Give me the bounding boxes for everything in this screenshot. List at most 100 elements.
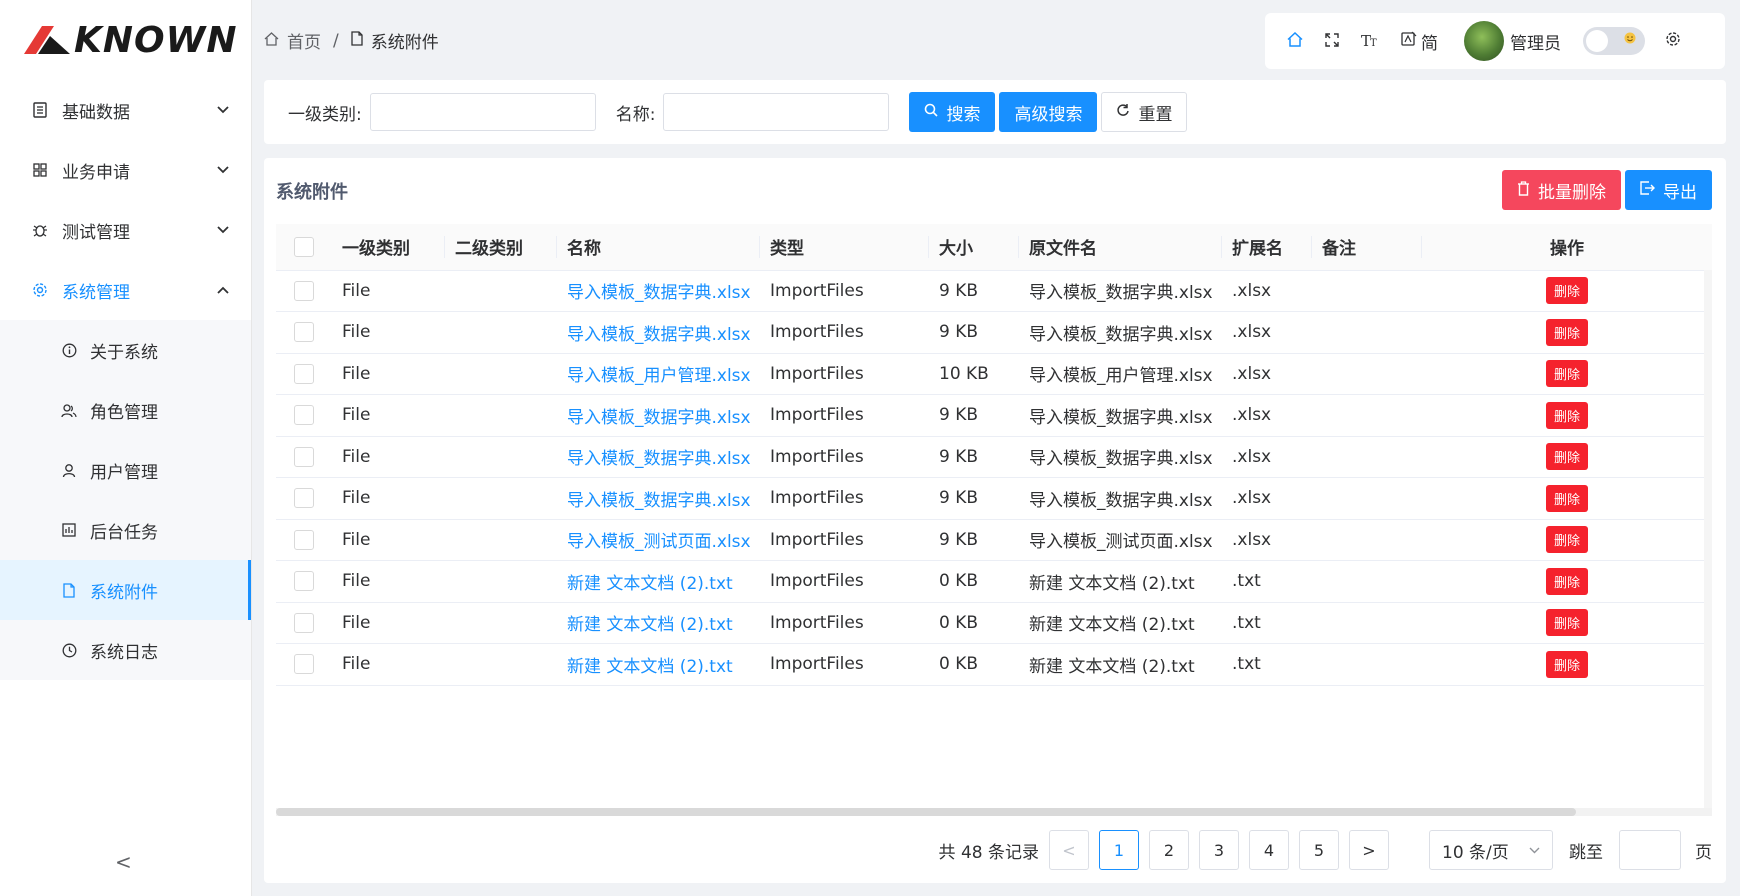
table-row[interactable]: File 导入模板_用户管理.xlsx ImportFiles 10 KB 导入模板_用… <box>276 353 1712 395</box>
table-row[interactable]: File 新建 文本文档 (2).txt ImportFiles 0 KB 新建 文本文… <box>276 560 1712 603</box>
sidebar-item-logs[interactable]: 系统日志 <box>0 620 251 680</box>
page-button[interactable]: 3 <box>1199 830 1239 870</box>
breadcrumb-home[interactable]: 首页 <box>287 28 321 53</box>
cell-name-link[interactable]: 新建 文本文档 (2).txt <box>557 602 760 644</box>
row-checkbox[interactable] <box>294 363 314 384</box>
name-input[interactable] <box>663 93 890 131</box>
table-row[interactable]: File 导入模板_测试页面.xlsx ImportFiles 9 KB 导入模板_测试… <box>276 519 1712 561</box>
category-input[interactable] <box>369 93 596 131</box>
column-header[interactable]: 扩展名 <box>1222 224 1312 271</box>
row-checkbox[interactable] <box>294 612 314 633</box>
page-button[interactable]: 4 <box>1249 830 1289 870</box>
column-header[interactable]: 类型 <box>760 224 929 271</box>
table-row[interactable]: File 导入模板_数据字典.xlsx ImportFiles 9 KB 导入模板_数据… <box>276 311 1712 354</box>
delete-button[interactable]: 删除 <box>1545 360 1588 388</box>
batch-delete-button[interactable]: 批量删除 <box>1502 170 1621 210</box>
row-checkbox[interactable] <box>294 280 314 301</box>
search-button[interactable]: 搜索 <box>909 92 996 132</box>
menu-item-basic-data[interactable]: 基础数据 <box>0 80 251 140</box>
cell-name-link[interactable]: 导入模板_数据字典.xlsx <box>557 436 760 478</box>
delete-button[interactable]: 删除 <box>1545 318 1588 346</box>
cell-name-link[interactable]: 导入模板_数据字典.xlsx <box>557 270 760 312</box>
cell-name-link[interactable]: 导入模板_数据字典.xlsx <box>557 394 760 437</box>
sidebar-item-tasks[interactable]: 后台任务 <box>0 500 251 560</box>
table-row[interactable]: File 导入模板_数据字典.xlsx ImportFiles 9 KB 导入模板_数据… <box>276 394 1712 437</box>
select-all-cell <box>276 224 332 271</box>
sidebar-item-roles[interactable]: 角色管理 <box>0 380 251 440</box>
logo-text: KNOWN <box>74 19 238 61</box>
delete-button[interactable]: 删除 <box>1545 484 1588 512</box>
page-button[interactable]: 1 <box>1099 830 1139 870</box>
table-row[interactable]: File 导入模板_数据字典.xlsx ImportFiles 9 KB 导入模板_数据… <box>276 270 1712 312</box>
column-header[interactable]: 原文件名 <box>1019 224 1222 271</box>
grid-icon <box>30 163 50 177</box>
cell-category: File <box>332 353 445 395</box>
sidebar-item-about[interactable]: 关于系统 <box>0 320 251 380</box>
column-header[interactable]: 备注 <box>1312 224 1422 271</box>
export-button[interactable]: 导出 <box>1625 170 1712 210</box>
cell-name-link[interactable]: 新建 文本文档 (2).txt <box>557 560 760 603</box>
table-row[interactable]: File 新建 文本文档 (2).txt ImportFiles 0 KB 新建 文本文… <box>276 602 1712 644</box>
settings-gear-icon[interactable] <box>1665 31 1681 51</box>
cell-name-link[interactable]: 新建 文本文档 (2).txt <box>557 643 760 686</box>
delete-button[interactable]: 删除 <box>1545 277 1588 305</box>
font-size-icon[interactable]: TT <box>1361 32 1379 51</box>
sidebar-item-users[interactable]: 用户管理 <box>0 440 251 500</box>
delete-button[interactable]: 删除 <box>1545 526 1588 554</box>
delete-button[interactable]: 删除 <box>1545 443 1588 471</box>
actions-cell: 删除 <box>1422 643 1712 686</box>
column-header[interactable]: 名称 <box>557 224 760 271</box>
delete-button[interactable]: 删除 <box>1545 401 1588 429</box>
cell-type: ImportFiles <box>760 353 929 395</box>
vertical-scrollbar[interactable] <box>1704 270 1712 809</box>
cell-name-link[interactable]: 导入模板_数据字典.xlsx <box>557 311 760 354</box>
jump-page-input[interactable] <box>1619 830 1681 870</box>
advanced-search-button[interactable]: 高级搜索 <box>999 92 1098 132</box>
horizontal-scrollbar[interactable] <box>276 808 1712 816</box>
cell-name-link[interactable]: 导入模板_数据字典.xlsx <box>557 477 760 520</box>
table-row[interactable]: File 新建 文本文档 (2).txt ImportFiles 0 KB 新建 文本文… <box>276 643 1712 686</box>
category-label: 一级类别: <box>288 104 362 125</box>
prev-page-button[interactable]: < <box>1049 830 1089 870</box>
username[interactable]: 管理员 <box>1510 29 1561 54</box>
reset-button[interactable]: 重置 <box>1101 92 1188 132</box>
page-button[interactable]: 2 <box>1149 830 1189 870</box>
fullscreen-icon[interactable] <box>1325 32 1339 51</box>
scrollbar-thumb[interactable] <box>276 808 1576 816</box>
row-checkbox[interactable] <box>294 529 314 550</box>
select-all-checkbox[interactable] <box>294 236 314 257</box>
cell-name-link[interactable]: 导入模板_测试页面.xlsx <box>557 519 760 561</box>
page-size-select[interactable]: 10 条/页 <box>1429 830 1553 870</box>
language-label[interactable]: 简 <box>1421 29 1438 54</box>
page-button[interactable]: 5 <box>1299 830 1339 870</box>
cell-category: File <box>332 436 445 478</box>
next-page-button[interactable]: > <box>1349 830 1389 870</box>
delete-button[interactable]: 删除 <box>1545 567 1588 595</box>
column-header[interactable]: 二级类别 <box>445 224 557 271</box>
row-checkbox[interactable] <box>294 654 314 675</box>
sidebar-item-attachments[interactable]: 系统附件 <box>0 560 251 620</box>
home-icon[interactable] <box>1287 31 1303 51</box>
menu-item-business[interactable]: 业务申请 <box>0 140 251 200</box>
cell-name-link[interactable]: 导入模板_用户管理.xlsx <box>557 353 760 395</box>
sun-icon <box>1623 31 1637 49</box>
collapse-sidebar-button[interactable]: < <box>115 850 132 874</box>
logo[interactable]: KNOWN <box>0 0 251 80</box>
row-checkbox[interactable] <box>294 488 314 509</box>
delete-button[interactable]: 删除 <box>1545 650 1588 678</box>
menu-item-testing[interactable]: 测试管理 <box>0 200 251 260</box>
menu-item-system[interactable]: 系统管理 <box>0 260 251 320</box>
table-row[interactable]: File 导入模板_数据字典.xlsx ImportFiles 9 KB 导入模板_数据… <box>276 436 1712 478</box>
translate-icon[interactable] <box>1401 31 1417 51</box>
avatar[interactable] <box>1464 21 1504 61</box>
theme-toggle[interactable] <box>1583 27 1645 55</box>
column-header[interactable]: 大小 <box>929 224 1019 271</box>
column-header[interactable]: 一级类别 <box>332 224 445 271</box>
row-checkbox[interactable] <box>294 446 314 467</box>
cell-original-name: 导入模板_数据字典.xlsx <box>1019 477 1222 520</box>
row-checkbox[interactable] <box>294 405 314 426</box>
row-checkbox[interactable] <box>294 322 314 343</box>
row-checkbox[interactable] <box>294 571 314 592</box>
delete-button[interactable]: 删除 <box>1545 609 1588 637</box>
table-row[interactable]: File 导入模板_数据字典.xlsx ImportFiles 9 KB 导入模板_数据… <box>276 477 1712 520</box>
